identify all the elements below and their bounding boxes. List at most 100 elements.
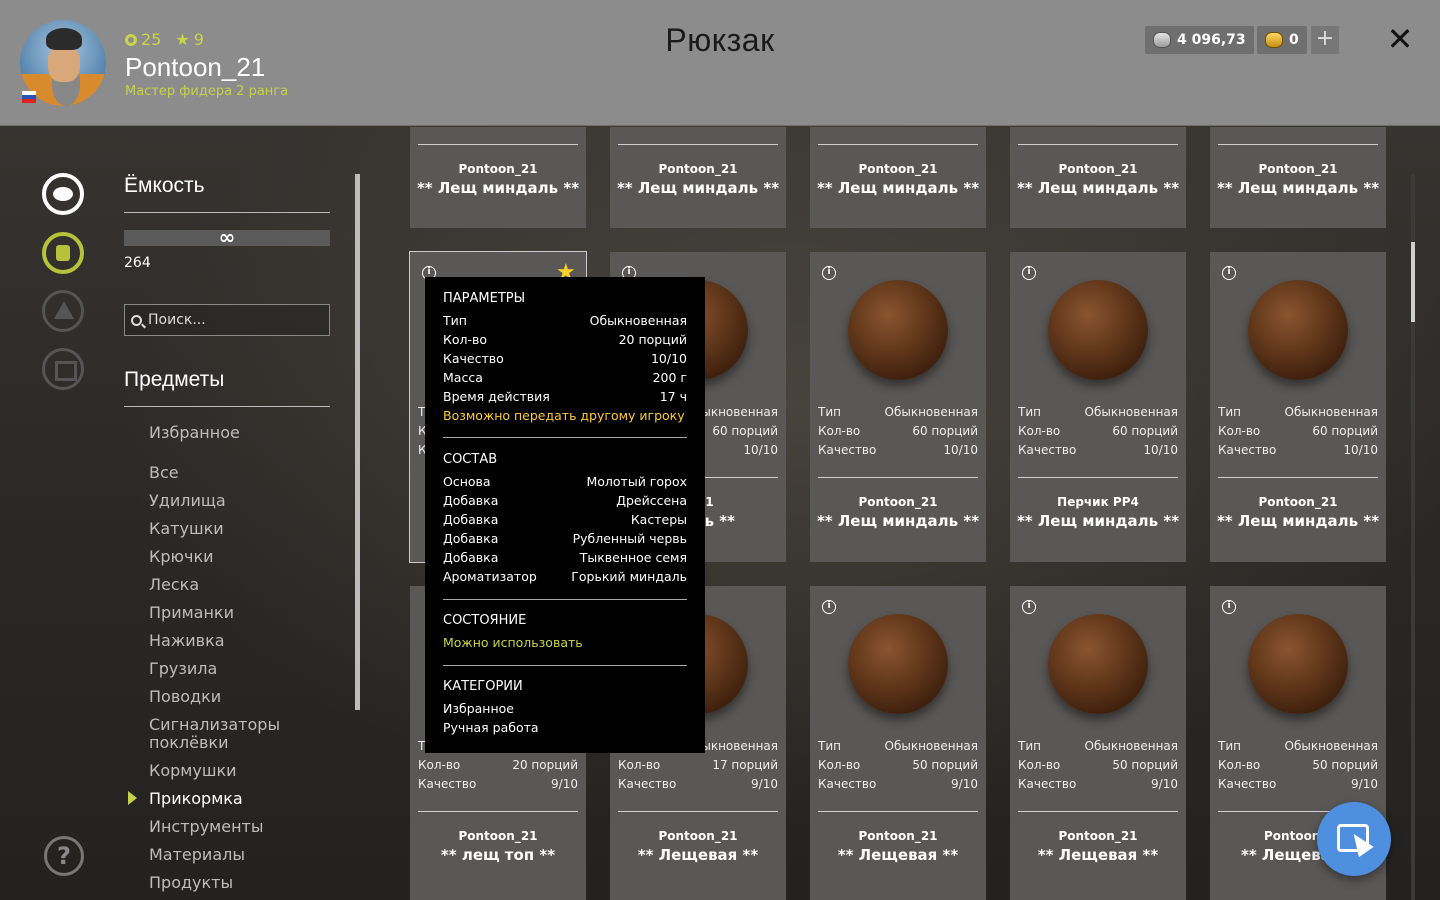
card-divider bbox=[1218, 477, 1378, 478]
qty-label: Кол-во bbox=[418, 758, 461, 772]
card-divider bbox=[418, 144, 578, 145]
card-qty-row: Кол-во 60 порций bbox=[1018, 424, 1178, 438]
header-bar: 25 ★ 9 Pontoon_21 Мастер фидера 2 ранга Р… bbox=[0, 0, 1440, 126]
qty-label: Кол-во bbox=[1218, 424, 1261, 438]
groundbait-ball-image bbox=[848, 280, 948, 380]
sidebar-scrollbar[interactable] bbox=[355, 174, 360, 710]
category-hooks[interactable]: Крючки bbox=[149, 548, 214, 566]
qty-label: Кол-во bbox=[818, 758, 861, 772]
info-icon[interactable]: i bbox=[822, 600, 836, 614]
category-lures[interactable]: Приманки bbox=[149, 604, 234, 622]
card-divider bbox=[618, 811, 778, 812]
category-groundbait[interactable]: Прикормка bbox=[149, 790, 243, 808]
quality-value: 10/10 bbox=[943, 443, 978, 457]
type-label: Тип bbox=[818, 739, 841, 753]
card-qty-row: Кол-во 20 порций bbox=[418, 758, 578, 772]
card-divider bbox=[1018, 144, 1178, 145]
groundbait-ball-image bbox=[848, 614, 948, 714]
tooltip-key: Добавка bbox=[443, 531, 499, 546]
category-leaders[interactable]: Поводки bbox=[149, 688, 221, 706]
item-card[interactable]: i Тип Обыкновенная Кол-во 60 порций Качест… bbox=[810, 252, 986, 562]
tooltip-key: Добавка bbox=[443, 550, 499, 565]
quality-label: Качество bbox=[418, 777, 477, 791]
tent-icon[interactable] bbox=[42, 290, 84, 332]
item-card[interactable]: i Тип Обыкновенная Кол-во 50 порций Качест… bbox=[810, 586, 986, 900]
category-reels[interactable]: Катушки bbox=[149, 520, 224, 538]
cursor-icon[interactable] bbox=[1317, 802, 1391, 876]
divider bbox=[124, 406, 330, 407]
gold-value: 0 bbox=[1289, 32, 1299, 48]
groundbait-ball-image bbox=[1248, 280, 1348, 380]
qty-value: 50 порций bbox=[912, 758, 978, 772]
tooltip-state-title: СОСТОЯНИЕ bbox=[443, 613, 527, 628]
card-divider bbox=[1018, 811, 1178, 812]
category-line[interactable]: Леска bbox=[149, 576, 199, 594]
item-card[interactable]: Pontoon_21 ** Лещ миндаль ** bbox=[410, 127, 586, 228]
category-sinkers[interactable]: Грузила bbox=[149, 660, 217, 678]
info-icon[interactable]: i bbox=[822, 266, 836, 280]
item-card[interactable]: Pontoon_21 ** Лещ миндаль ** bbox=[610, 127, 786, 228]
category-tools[interactable]: Инструменты bbox=[149, 818, 264, 836]
category-bait[interactable]: Наживка bbox=[149, 632, 225, 650]
card-divider bbox=[418, 811, 578, 812]
item-card[interactable]: i Тип Обыкновенная Кол-во 60 порций Качест… bbox=[1010, 252, 1186, 562]
tooltip-row: Качество 10/10 bbox=[443, 351, 687, 366]
type-label: Тип bbox=[1218, 405, 1241, 419]
help-button[interactable]: ? bbox=[44, 836, 84, 876]
tooltip-value: 200 г bbox=[652, 370, 687, 385]
card-name: ** Лещевая ** bbox=[837, 846, 959, 864]
card-owner: Pontoon_21 bbox=[858, 829, 938, 843]
card-divider bbox=[1018, 477, 1178, 478]
card-divider bbox=[818, 144, 978, 145]
tooltip-divider bbox=[443, 665, 687, 666]
backpack-icon[interactable] bbox=[42, 232, 84, 274]
category-rods[interactable]: Удилища bbox=[149, 492, 226, 510]
category-bite-alarms[interactable]: Сигнализаторы поклёвки bbox=[149, 716, 289, 752]
item-card[interactable]: Pontoon_21 ** Лещ миндаль ** bbox=[810, 127, 986, 228]
add-currency-button[interactable]: + bbox=[1311, 26, 1339, 54]
type-label: Тип bbox=[818, 405, 841, 419]
item-card[interactable]: Pontoon_21 ** Лещ миндаль ** bbox=[1210, 127, 1386, 228]
card-type-row: Тип Обыкновенная bbox=[1018, 739, 1178, 753]
item-card[interactable]: i Тип Обыкновенная Кол-во 60 порций Качест… bbox=[1210, 252, 1386, 562]
qty-label: Кол-во bbox=[1018, 758, 1061, 772]
category-all[interactable]: Все bbox=[149, 464, 179, 482]
tooltip-key: Добавка bbox=[443, 493, 499, 508]
tooltip-value: 17 ч bbox=[659, 389, 687, 404]
category-feeders[interactable]: Кормушки bbox=[149, 762, 237, 780]
quality-value: 9/10 bbox=[951, 777, 978, 791]
card-quality-row: Качество 10/10 bbox=[1218, 443, 1378, 457]
tooltip-value: 10/10 bbox=[650, 351, 687, 366]
category-food[interactable]: Продукты bbox=[149, 874, 233, 892]
tooltip-key: Добавка bbox=[443, 512, 499, 527]
info-icon[interactable]: i bbox=[1022, 266, 1036, 280]
card-owner: Pontoon_21 bbox=[658, 162, 738, 176]
tooltip-key: Кол-во bbox=[443, 332, 488, 347]
item-card[interactable]: Pontoon_21 ** Лещ миндаль ** bbox=[1010, 127, 1186, 228]
card-owner: Перчик PP4 bbox=[1057, 495, 1139, 509]
category-favorites[interactable]: Избранное bbox=[149, 424, 240, 442]
info-icon[interactable]: i bbox=[1022, 600, 1036, 614]
capacity-title: Ёмкость bbox=[124, 174, 205, 197]
item-card[interactable]: i Тип Обыкновенная Кол-во 50 порций Качест… bbox=[1010, 586, 1186, 900]
close-button[interactable]: ✕ bbox=[1384, 22, 1416, 56]
tooltip-value: Кастеры bbox=[630, 512, 687, 527]
search-input[interactable]: Поиск... bbox=[124, 304, 330, 336]
card-owner: Pontoon_21 bbox=[1058, 162, 1138, 176]
tooltip-value: Молотый горох bbox=[586, 474, 687, 489]
card-owner: Pontoon_21 bbox=[458, 829, 538, 843]
category-materials[interactable]: Материалы bbox=[149, 846, 245, 864]
type-value: Обыкновенная bbox=[1284, 739, 1378, 753]
card-quality-row: Качество 9/10 bbox=[1218, 777, 1378, 791]
card-divider bbox=[1218, 144, 1378, 145]
home-icon[interactable] bbox=[42, 348, 84, 390]
groundbait-ball-image bbox=[1048, 614, 1148, 714]
fish-icon[interactable] bbox=[42, 173, 84, 215]
card-divider bbox=[618, 144, 778, 145]
grid-scrollbar-thumb[interactable] bbox=[1411, 242, 1415, 322]
tooltip-row: Добавка Рубленный червь bbox=[443, 531, 687, 546]
info-icon[interactable]: i bbox=[1222, 600, 1236, 614]
tooltip-category: Избранное bbox=[443, 701, 687, 716]
info-icon[interactable]: i bbox=[1222, 266, 1236, 280]
tooltip-row: Время действия 17 ч bbox=[443, 389, 687, 404]
